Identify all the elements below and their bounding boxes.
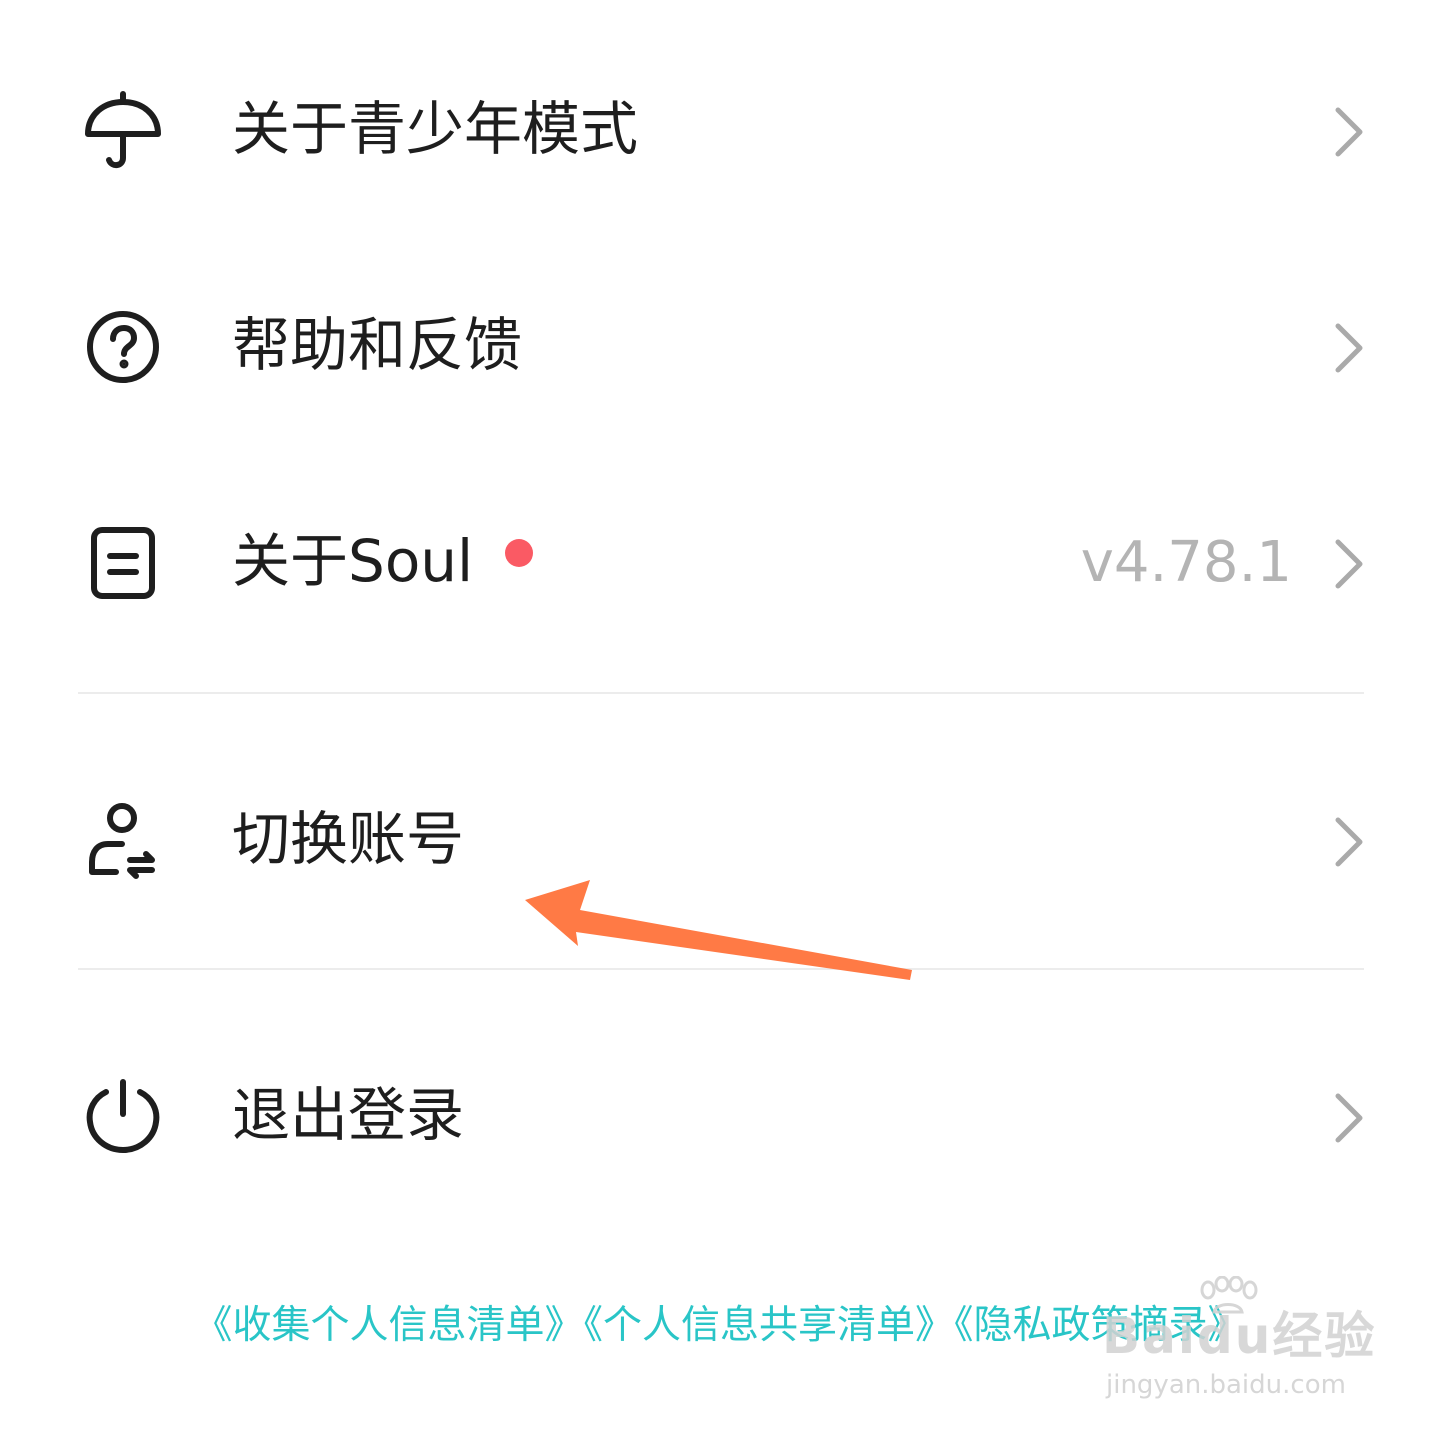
settings-item-label: 退出登录 (232, 1081, 465, 1149)
chevron-right-icon (1330, 106, 1368, 158)
settings-item-switch-account[interactable]: 切换账号 (0, 756, 1440, 916)
settings-item-label-wrap: 关于Soul (232, 526, 534, 596)
watermark-url: jingyan.baidu.com (1106, 1370, 1346, 1400)
section-divider (78, 968, 1364, 970)
chevron-right-icon (1330, 322, 1368, 374)
chevron-right-icon (1330, 538, 1368, 590)
watermark: Baidu经验 jingyan.baidu.com (1098, 1276, 1374, 1406)
umbrella-icon (82, 90, 164, 172)
settings-item-label: 帮助和反馈 (232, 311, 523, 379)
chevron-right-icon (1330, 816, 1368, 868)
settings-item-label: 关于青少年模式 (232, 95, 639, 163)
document-icon (82, 522, 164, 604)
section-divider (78, 692, 1364, 694)
notification-dot (505, 539, 534, 567)
settings-item-about-soul[interactable]: 关于Soul v4.78.1 (0, 478, 1440, 638)
chevron-right-icon (1330, 1092, 1368, 1144)
link-personal-info-collection-list[interactable]: 《收集个人信息清单》 (193, 1303, 583, 1348)
version-value: v4.78.1 (1080, 530, 1292, 595)
help-circle-icon (82, 306, 164, 388)
settings-item-logout[interactable]: 退出登录 (0, 1032, 1440, 1192)
link-personal-info-sharing-list[interactable]: 《个人信息共享清单》 (583, 1303, 954, 1348)
settings-item-youth-mode[interactable]: 关于青少年模式 (0, 46, 1440, 206)
watermark-brand: Baidu经验 (1102, 1307, 1377, 1365)
switch-account-icon (82, 800, 164, 882)
settings-item-help-feedback[interactable]: 帮助和反馈 (0, 262, 1440, 422)
power-icon (82, 1076, 164, 1158)
settings-item-label: 关于Soul (232, 527, 474, 595)
annotation-arrow-icon (525, 880, 912, 980)
settings-item-label: 切换账号 (232, 805, 465, 873)
